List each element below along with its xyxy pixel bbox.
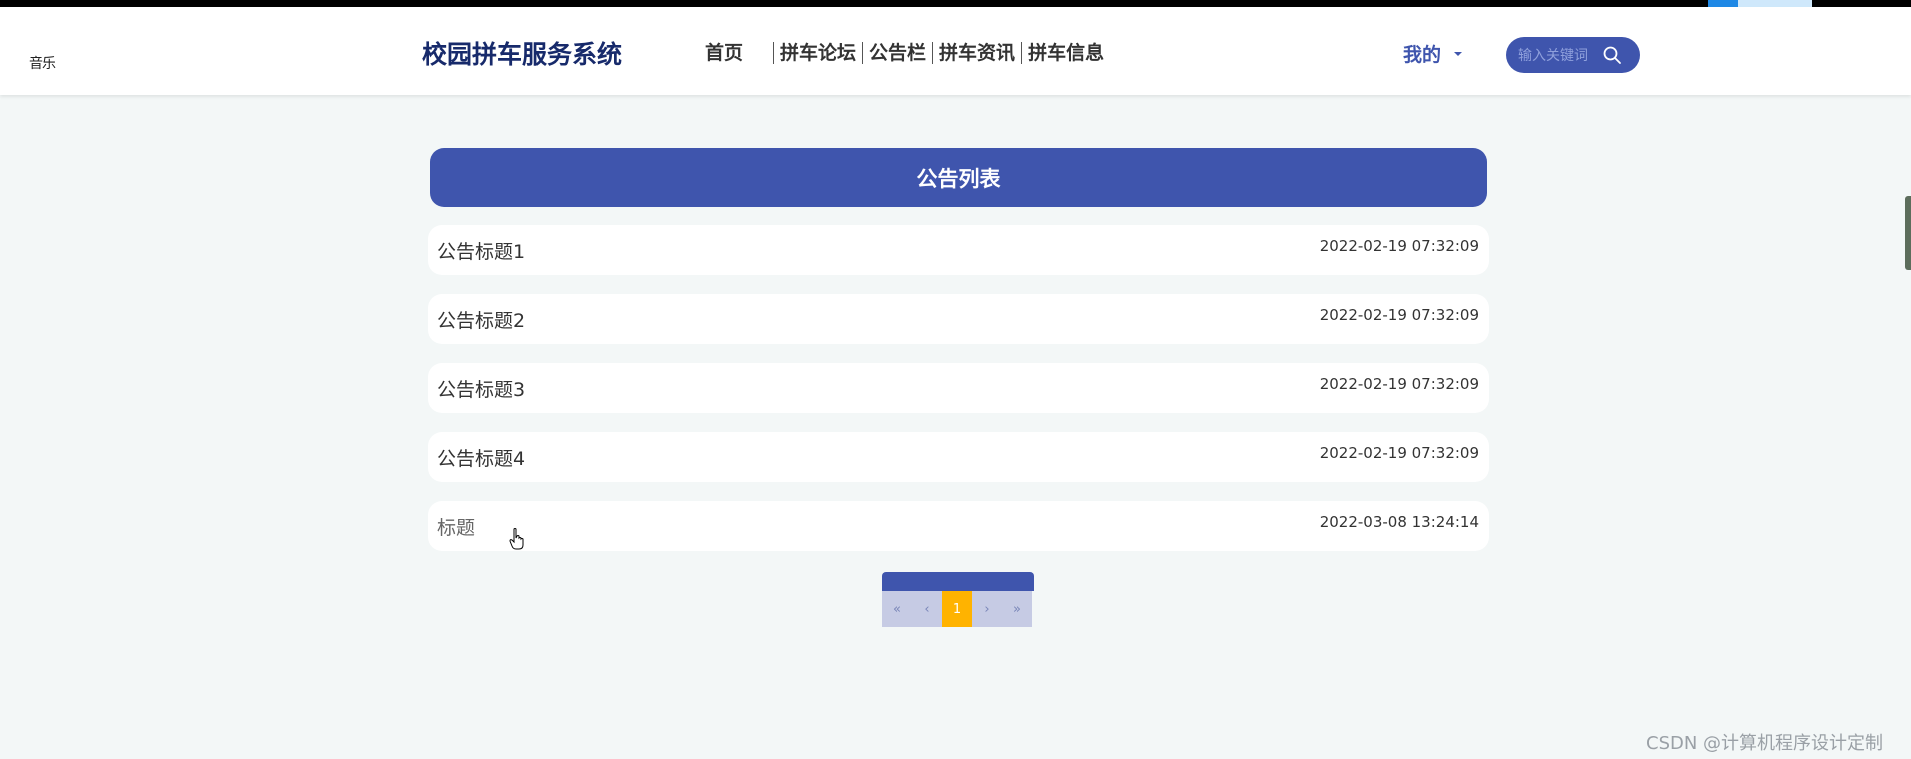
- watermark: CSDN @计算机程序设计定制: [1646, 733, 1884, 754]
- announcement-date: 2022-02-19 07:32:09: [1319, 306, 1479, 324]
- pagination-header: [882, 572, 1034, 591]
- user-menu-label: 我的: [1403, 44, 1442, 66]
- pagination: « ‹ 1 › »: [882, 572, 1034, 627]
- nav-item-forum[interactable]: 拼车论坛: [775, 41, 861, 65]
- announcement-list: 公告标题1 2022-02-19 07:32:09 公告标题2 2022-02-…: [428, 225, 1489, 570]
- nav-item-home[interactable]: 首页: [700, 41, 748, 65]
- announcement-title[interactable]: 公告标题3: [437, 375, 525, 402]
- top-black-bar: [0, 0, 1911, 7]
- announcement-date: 2022-02-19 07:32:09: [1319, 375, 1479, 393]
- announcement-date: 2022-02-19 07:32:09: [1319, 237, 1479, 255]
- search-icon[interactable]: [1602, 45, 1622, 65]
- header: 音乐 校园拼车服务系统 首页 拼车论坛 公告栏 拼车资讯 拼车信息 我的: [0, 7, 1911, 95]
- nav-item-carpool[interactable]: 拼车信息: [1023, 41, 1109, 65]
- top-widget[interactable]: [1708, 0, 1812, 7]
- chevron-down-icon: [1454, 51, 1463, 56]
- search-input[interactable]: [1516, 44, 1606, 68]
- page-number-button[interactable]: 1: [942, 591, 972, 627]
- side-widget[interactable]: [1905, 196, 1911, 270]
- prev-page-button[interactable]: ‹: [912, 591, 942, 627]
- list-item[interactable]: 公告标题1 2022-02-19 07:32:09: [428, 225, 1489, 275]
- announcement-title[interactable]: 标题: [437, 513, 475, 540]
- site-logo[interactable]: 校园拼车服务系统: [422, 35, 622, 71]
- list-item[interactable]: 公告标题4 2022-02-19 07:32:09: [428, 432, 1489, 482]
- nav-item-notice[interactable]: 公告栏: [864, 41, 931, 65]
- announcement-title[interactable]: 公告标题4: [437, 444, 525, 471]
- music-label[interactable]: 音乐: [29, 53, 56, 73]
- list-item[interactable]: 公告标题3 2022-02-19 07:32:09: [428, 363, 1489, 413]
- main-nav: 首页 拼车论坛 公告栏 拼车资讯 拼车信息: [700, 41, 1109, 65]
- nav-divider: [862, 42, 864, 64]
- hand-cursor-icon: [509, 528, 524, 550]
- list-item[interactable]: 标题 2022-03-08 13:24:14: [428, 501, 1489, 551]
- nav-divider: [773, 42, 775, 64]
- next-page-button[interactable]: ›: [972, 591, 1002, 627]
- first-page-button[interactable]: «: [882, 591, 912, 627]
- list-item[interactable]: 公告标题2 2022-02-19 07:32:09: [428, 294, 1489, 344]
- announcement-list-title: 公告列表: [430, 148, 1487, 207]
- nav-divider: [932, 42, 934, 64]
- search-box: [1506, 37, 1640, 73]
- top-widget-icon: [1708, 0, 1738, 7]
- announcement-date: 2022-02-19 07:32:09: [1319, 444, 1479, 462]
- announcement-title[interactable]: 公告标题1: [437, 237, 525, 264]
- announcement-title[interactable]: 公告标题2: [437, 306, 525, 333]
- user-menu[interactable]: 我的: [1403, 40, 1463, 67]
- announcement-date: 2022-03-08 13:24:14: [1319, 513, 1479, 531]
- last-page-button[interactable]: »: [1002, 591, 1032, 627]
- nav-divider: [1021, 42, 1023, 64]
- nav-item-news[interactable]: 拼车资讯: [934, 41, 1020, 65]
